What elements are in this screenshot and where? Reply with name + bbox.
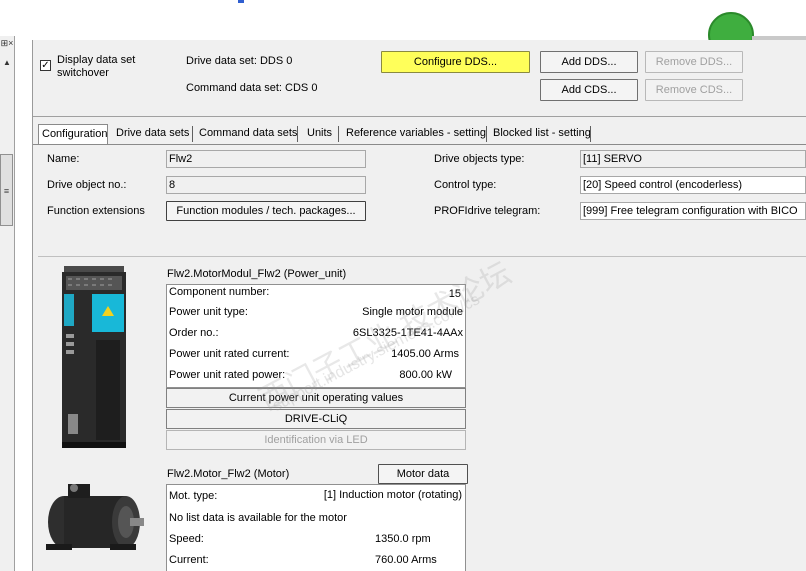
remove-cds-button[interactable]: Remove CDS... — [645, 79, 743, 101]
operating-values-button[interactable]: Current power unit operating values — [166, 388, 466, 408]
tab-baseline — [33, 144, 806, 145]
tab-separator — [486, 126, 487, 142]
scroll-up-icon[interactable]: ▲ — [2, 58, 12, 68]
name-field[interactable]: Flw2 — [166, 150, 366, 168]
no-list-data-text: No list data is available for the motor — [169, 512, 347, 524]
power-unit-type-label: Power unit type: — [169, 306, 248, 318]
drive-object-no-field[interactable]: 8 — [166, 176, 366, 194]
current-label: Current: — [169, 554, 209, 566]
drive-cliq-button[interactable]: DRIVE-CLiQ — [166, 409, 466, 429]
motor-image — [46, 484, 144, 550]
tab-separator — [297, 126, 298, 142]
component-number-value: 15 — [448, 288, 461, 300]
tab-reference-variables[interactable]: Reference variables - setting — [343, 124, 486, 144]
top-strip — [0, 0, 806, 40]
profidrive-telegram-field[interactable]: [999] Free telegram configuration with B… — [580, 202, 806, 220]
command-data-set-label: Command data set: CDS 0 — [186, 82, 318, 94]
name-label: Name: — [47, 153, 80, 165]
tab-units[interactable]: Units — [304, 124, 339, 144]
motor-title: Flw2.Motor_Flw2 (Motor) — [167, 468, 290, 480]
motor-type-label: Mot. type: — [169, 490, 218, 502]
section-divider — [38, 256, 806, 257]
tab-separator — [192, 126, 193, 142]
profidrive-telegram-label: PROFIdrive telegram: — [434, 205, 541, 217]
rated-power-label: Power unit rated power: — [169, 369, 286, 381]
motor-data-button[interactable]: Motor data — [378, 464, 468, 484]
order-no-label: Order no.: — [169, 327, 219, 339]
tab-configuration[interactable]: Configuration — [38, 124, 108, 145]
drive-object-no-label: Drive object no.: — [47, 179, 127, 191]
motor-type-value: [1] Induction motor (rotating) — [323, 489, 462, 501]
drive-data-set-label: Drive data set: DDS 0 — [186, 55, 293, 67]
power-unit-type-value: Single motor module — [362, 306, 463, 318]
control-type-label: Control type: — [434, 179, 497, 191]
add-dds-button[interactable]: Add DDS... — [540, 51, 638, 73]
control-type-field[interactable]: [20] Speed control (encoderless) — [580, 176, 806, 194]
configure-dds-button[interactable]: Configure DDS... — [381, 51, 530, 73]
tab-blocked-list[interactable]: Blocked list - setting — [490, 124, 591, 144]
function-extensions-label: Function extensions — [47, 205, 145, 217]
rated-current-value: 1405.00 Arms — [391, 348, 459, 360]
function-modules-button[interactable]: Function modules / tech. packages... — [166, 201, 366, 221]
drive-objects-type-label: Drive objects type: — [434, 153, 525, 165]
order-no-value: 6SL3325-1TE41-4AAx — [352, 327, 463, 339]
display-switchover-label: Display data set switchover — [57, 54, 136, 79]
display-switchover-checkbox[interactable]: ✓ — [40, 60, 51, 71]
rated-current-label: Power unit rated current: — [169, 348, 290, 360]
left-dock-strip — [0, 36, 15, 571]
tab-command-data-sets[interactable]: Command data sets — [196, 124, 297, 144]
drive-objects-type-field[interactable]: [11] SERVO — [580, 150, 806, 168]
tab-separator — [338, 126, 339, 142]
power-unit-image — [62, 266, 126, 448]
component-number-label: Component number: — [169, 286, 270, 298]
speed-value: 1350.0 rpm — [375, 533, 431, 545]
rated-power-value: 800.00 kW — [399, 369, 452, 381]
speed-label: Speed: — [169, 533, 204, 545]
divider — [33, 116, 806, 117]
dock-pin-close-icon[interactable]: ⊞× — [0, 38, 14, 48]
splitter-grip-icon[interactable]: ≡ — [0, 154, 13, 226]
power-unit-title: Flw2.MotorModul_Flw2 (Power_unit) — [167, 268, 347, 280]
blue-mark — [238, 0, 244, 3]
tab-drive-data-sets[interactable]: Drive data sets — [113, 124, 191, 144]
identification-led-button[interactable]: Identification via LED — [166, 430, 466, 450]
add-cds-button[interactable]: Add CDS... — [540, 79, 638, 101]
tab-separator — [590, 126, 591, 142]
remove-dds-button[interactable]: Remove DDS... — [645, 51, 743, 73]
current-value: 760.00 Arms — [375, 554, 437, 566]
